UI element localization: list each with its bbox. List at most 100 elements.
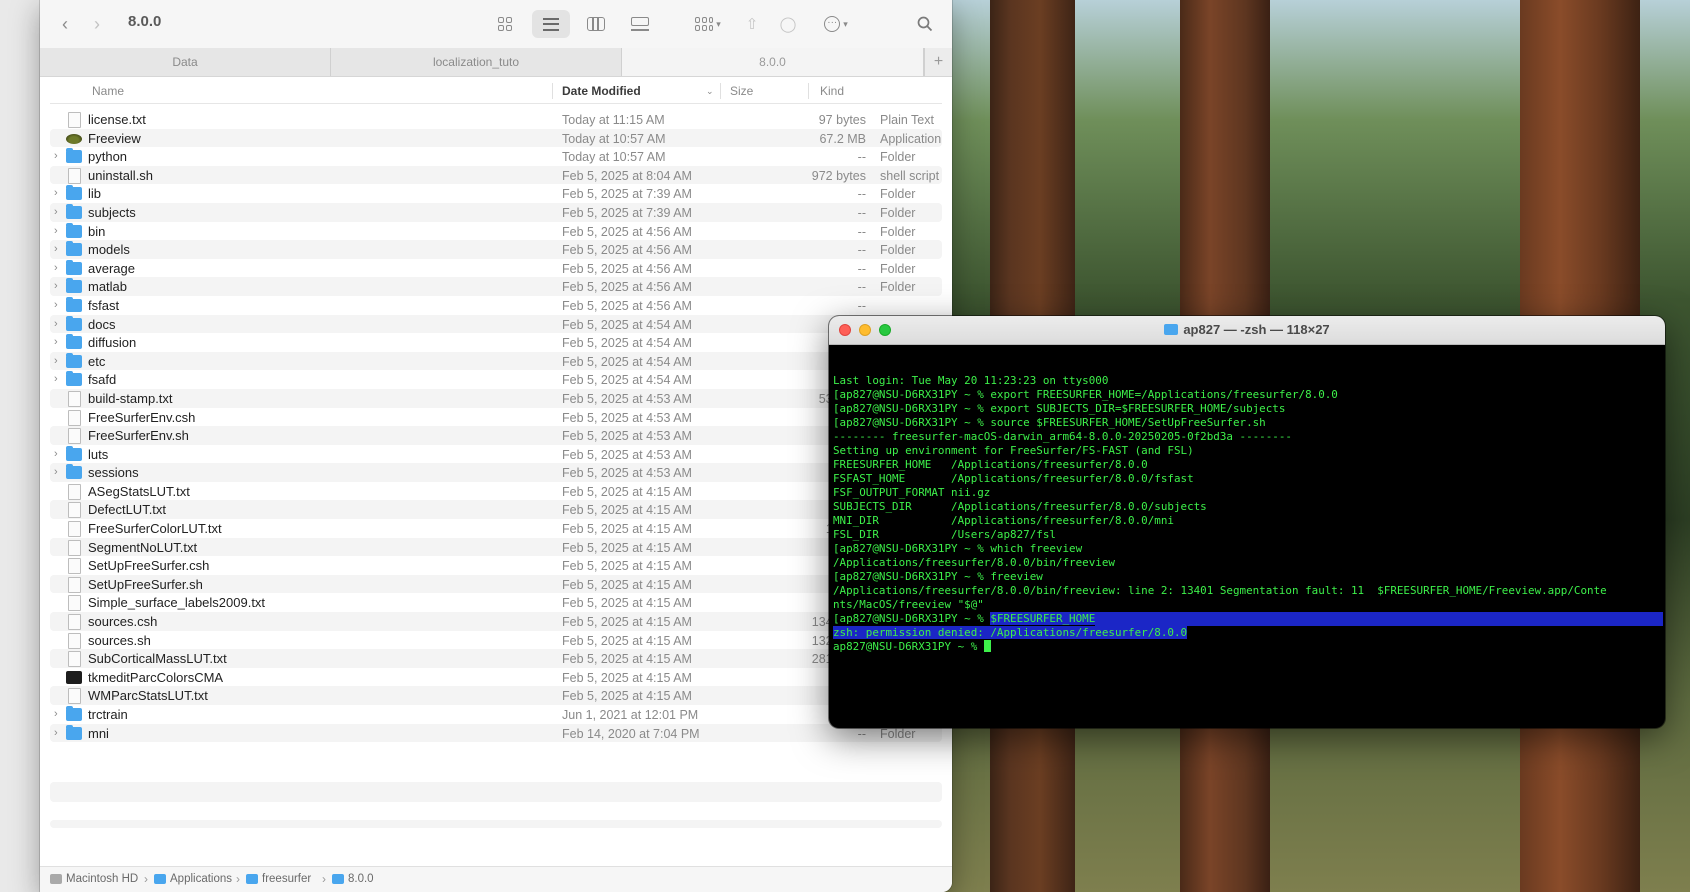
table-row[interactable]: SubCorticalMassLUT.txt Feb 5, 2025 at 4:1…: [50, 649, 942, 668]
table-row[interactable]: › average Feb 5, 2025 at 4:56 AM -- Folder: [50, 259, 942, 278]
table-row[interactable]: WMParcStatsLUT.txt Feb 5, 2025 at 4:15 AM…: [50, 686, 942, 705]
table-row[interactable]: › models Feb 5, 2025 at 4:56 AM -- Folder: [50, 240, 942, 259]
table-row[interactable]: SegmentNoLUT.txtFeb 5, 2025 at 4:15 AM28…: [50, 537, 942, 557]
table-row[interactable]: ›fsafdFeb 5, 2025 at 4:54 AM--: [50, 370, 942, 389]
table-row[interactable]: DefectLUT.txtFeb 5, 2025 at 4:15 AM48 KB: [50, 500, 942, 520]
table-row[interactable]: SetUpFreeSurfer.csh Feb 5, 2025 at 4:15 A…: [50, 556, 942, 575]
file-name: FreeSurferEnv.sh: [88, 428, 189, 444]
disclosure-chevron-icon[interactable]: ›: [54, 355, 58, 367]
disclosure-chevron-icon[interactable]: ›: [54, 299, 58, 311]
file-name: license.txt: [88, 112, 146, 127]
table-row[interactable]: ›docsFeb 5, 2025 at 4:54 AM--: [50, 314, 942, 334]
disclosure-chevron-icon[interactable]: ›: [54, 262, 58, 274]
document-icon: [68, 390, 81, 407]
terminal-line-selected: [ap827@NSU-D6RX31PY ~ % $FREESURFER_HOME: [833, 612, 1663, 626]
path-item-macintosh-hd[interactable]: Macintosh HD: [50, 873, 138, 885]
disclosure-chevron-icon[interactable]: ›: [54, 280, 58, 292]
table-row[interactable]: sources.cshFeb 5, 2025 at 4:15 AM134 byt…: [50, 612, 942, 631]
column-kind[interactable]: Kind: [820, 84, 844, 98]
table-row[interactable]: › lib Feb 5, 2025 at 7:39 AM -- Folder: [50, 184, 942, 203]
disclosure-chevron-icon[interactable]: ›: [54, 373, 58, 385]
tab-localization-tuto[interactable]: localization_tuto: [331, 48, 622, 76]
disclosure-chevron-icon[interactable]: ›: [54, 150, 58, 162]
terminal-line-current[interactable]: ap827@NSU-D6RX31PY ~ %: [833, 640, 1663, 654]
table-row[interactable]: › python Today at 10:57 AM -- Folder: [50, 147, 942, 166]
tab-bar: Data localization_tuto 8.0.0 +: [40, 48, 952, 77]
table-row[interactable]: › matlab Feb 5, 2025 at 4:56 AM -- Folder: [50, 277, 942, 296]
column-size[interactable]: Size: [730, 84, 753, 98]
file-date: Feb 5, 2025 at 4:53 AM: [562, 429, 692, 444]
column-date-modified[interactable]: Date Modified: [562, 84, 641, 98]
table-row[interactable]: FreeSurferEnv.cshFeb 5, 2025 at 4:53 AM1…: [50, 408, 942, 427]
tag-icon[interactable]: ◯: [776, 10, 800, 38]
file-date: Feb 5, 2025 at 4:54 AM: [562, 373, 692, 388]
terminal-line-selected: zsh: permission denied: /Applications/fr…: [833, 626, 1663, 640]
table-row[interactable]: › bin Feb 5, 2025 at 4:56 AM -- Folder: [50, 222, 942, 241]
more-actions-button[interactable]: ··· ▾: [816, 10, 856, 38]
file-name: Simple_surface_labels2009.txt: [88, 595, 266, 611]
disclosure-chevron-icon[interactable]: ›: [54, 448, 58, 460]
table-row[interactable]: sources.shFeb 5, 2025 at 4:15 AM132 byte…: [50, 631, 942, 650]
table-row[interactable]: tkmeditParcColorsCMA Feb 5, 2025 at 4:15 …: [50, 668, 942, 687]
file-size: --: [857, 726, 866, 741]
chevron-right-icon: ›: [322, 872, 326, 886]
table-row[interactable]: › fsfast Feb 5, 2025 at 4:56 AM --: [50, 296, 942, 315]
path-item-applications[interactable]: Applications: [154, 873, 232, 885]
table-row[interactable]: ›lutsFeb 5, 2025 at 4:53 AM--: [50, 445, 942, 464]
file-name: SetUpFreeSurfer.csh: [88, 558, 210, 574]
file-size: --: [857, 224, 866, 239]
disclosure-chevron-icon[interactable]: ›: [54, 318, 58, 330]
chevron-right-icon[interactable]: ›: [86, 10, 108, 38]
file-date: Feb 5, 2025 at 4:53 AM: [562, 410, 692, 425]
list-view-button[interactable]: [532, 10, 570, 38]
table-row[interactable]: Simple_surface_labels2009.txt Feb 5, 2025…: [50, 593, 942, 612]
table-row[interactable]: ›sessionsFeb 5, 2025 at 4:53 AM--: [50, 463, 942, 482]
table-row[interactable]: FreeSurferEnv.shFeb 5, 2025 at 4:53 AM18…: [50, 426, 942, 445]
path-label: 8.0.0: [348, 873, 374, 885]
tab-data[interactable]: Data: [40, 48, 331, 76]
disclosure-chevron-icon[interactable]: ›: [54, 466, 58, 478]
table-row[interactable]: uninstall.sh Feb 5, 2025 at 8:04 AM 972 by…: [50, 165, 942, 185]
column-name[interactable]: Name: [92, 84, 124, 98]
group-button[interactable]: ▾: [688, 10, 728, 38]
disclosure-chevron-icon[interactable]: ›: [54, 187, 58, 199]
table-row[interactable]: ›etcFeb 5, 2025 at 4:54 AM--: [50, 351, 942, 371]
table-row[interactable]: › subjects Feb 5, 2025 at 7:39 AM -- Folder: [50, 202, 942, 222]
disclosure-chevron-icon[interactable]: ›: [54, 206, 58, 218]
disclosure-chevron-icon[interactable]: ›: [54, 336, 58, 348]
gallery-view-button[interactable]: [624, 10, 656, 38]
folder-icon: [1164, 324, 1179, 335]
disclosure-chevron-icon[interactable]: ›: [54, 708, 58, 720]
disclosure-chevron-icon[interactable]: ›: [54, 225, 58, 237]
table-row[interactable]: SetUpFreeSurfer.sh Feb 5, 2025 at 4:15 AM…: [50, 574, 942, 594]
new-tab-button[interactable]: +: [924, 48, 952, 76]
table-row[interactable]: FreeSurferColorLUT.txt Feb 5, 2025 at 4:1…: [50, 519, 942, 538]
search-icon[interactable]: [912, 10, 938, 38]
table-row[interactable]: ASegStatsLUT.txtFeb 5, 2025 at 4:15 AM3 …: [50, 482, 942, 501]
disclosure-chevron-icon[interactable]: ›: [54, 727, 58, 739]
folder-icon: [66, 259, 82, 275]
table-row[interactable]: ›diffusionFeb 5, 2025 at 4:54 AM--: [50, 333, 942, 352]
table-row[interactable]: Freeview Today at 10:57 AM 67.2 MB Applicat…: [50, 128, 942, 148]
column-view-button[interactable]: [580, 10, 612, 38]
file-date: Feb 5, 2025 at 4:56 AM: [562, 261, 692, 276]
table-row[interactable]: build-stamp.txt Feb 5, 2025 at 4:53 AM 53 …: [50, 388, 942, 408]
table-row[interactable]: ›trctrainJun 1, 2021 at 12:01 PM--Folder: [50, 705, 942, 724]
terminal-title-bar[interactable]: ap827 — -zsh — 118×27: [829, 316, 1665, 345]
tab-8-0-0[interactable]: 8.0.0: [622, 48, 924, 76]
terminal-window[interactable]: ap827 — -zsh — 118×27 Last login: Tue Ma…: [829, 316, 1665, 728]
disclosure-chevron-icon[interactable]: ›: [54, 243, 58, 255]
table-row[interactable]: › mni Feb 14, 2020 at 7:04 PM -- Folder: [50, 723, 942, 743]
terminal-title: ap827 — -zsh — 118×27: [829, 322, 1665, 337]
path-item-freesurfer[interactable]: freesurfer: [246, 873, 311, 885]
file-name: bin: [88, 223, 106, 239]
icon-view-button[interactable]: [490, 10, 520, 38]
terminal-output[interactable]: Last login: Tue May 20 11:23:23 on ttys0…: [833, 346, 1663, 726]
empty-row: [50, 782, 942, 802]
path-item-8-0-0[interactable]: 8.0.0: [332, 873, 374, 885]
chevron-left-icon[interactable]: ‹: [54, 10, 76, 38]
file-size: 67.2 MB: [819, 131, 866, 146]
share-icon[interactable]: ⇧: [740, 10, 764, 38]
table-row[interactable]: license.txt Today at 11:15 AM 97 bytes Plai…: [50, 110, 942, 129]
folder-icon: [66, 222, 82, 238]
